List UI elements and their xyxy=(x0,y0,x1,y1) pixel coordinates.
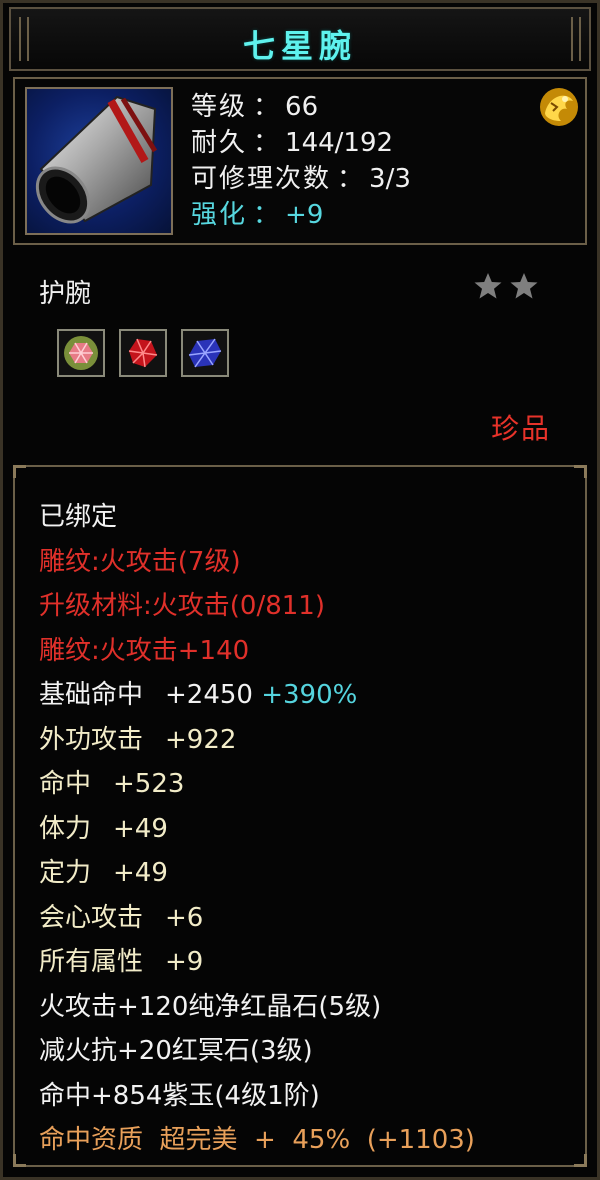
core-stats: 等级： 66 耐久： 144/192 可修理次数： 3/3 强化： +9 xyxy=(191,89,411,233)
pink-gem-icon[interactable] xyxy=(57,329,105,377)
rarity-label: 珍品 xyxy=(490,412,551,445)
stat-value: +523 xyxy=(113,769,185,799)
stat-value: +922 xyxy=(165,724,237,755)
repair-row: 可修理次数： 3/3 xyxy=(191,161,411,197)
bracer-icon[interactable] xyxy=(25,87,173,235)
title-bar: 七星腕 xyxy=(9,7,591,71)
level-value: 66 xyxy=(285,92,319,122)
gem-slots xyxy=(57,329,229,377)
gem-bonus-fire-resist-reduction: 减火抗+20红冥石(3级) xyxy=(39,1036,313,1066)
enhance-label: 强化 xyxy=(191,200,248,230)
stat-row-critical-attack: 会心攻击 +6 xyxy=(39,896,475,941)
durability-separator: ： xyxy=(253,128,280,158)
engraving-bonus-row: 雕纹:火攻击+140 xyxy=(39,635,250,666)
engraving-row: 雕纹:火攻击(7级) xyxy=(39,546,241,577)
enhance-value: +9 xyxy=(285,200,324,230)
attributes-panel: 已绑定 雕纹:火攻击(7级) 升级材料:火攻击(0/811) 雕纹:火攻击+14… xyxy=(13,465,587,1167)
header-panel: 等级： 66 耐久： 144/192 可修理次数： 3/3 强化： +9 xyxy=(13,77,587,245)
hit-aptitude-row: 命中资质 超完美 + 45% (+1103) xyxy=(39,1125,475,1155)
stat-value: +6 xyxy=(165,902,204,933)
durability-value: 144/192 xyxy=(285,128,394,158)
stat-row-base-hit: 基础命中 +2450 +390% xyxy=(39,673,475,718)
stat-bonus-percent: +390% xyxy=(261,680,358,710)
enhance-separator: ： xyxy=(253,200,280,230)
stat-value: +2450 xyxy=(165,680,253,710)
level-separator: ： xyxy=(253,92,280,122)
item-name: 七星腕 xyxy=(242,27,357,65)
durability-label: 耐久 xyxy=(191,128,248,158)
stat-name: 所有属性 xyxy=(39,947,144,977)
stat-value: +49 xyxy=(113,858,168,888)
blue-gem-icon[interactable] xyxy=(181,329,229,377)
star-icon xyxy=(510,273,538,299)
gem-bonus-hit: 命中+854紫玉(4级1阶) xyxy=(39,1080,320,1111)
enhance-row: 强化： +9 xyxy=(191,197,411,233)
attribute-list: 已绑定 雕纹:火攻击(7级) 升级材料:火攻击(0/811) 雕纹:火攻击+14… xyxy=(39,495,475,1163)
stat-name: 定力 xyxy=(39,858,92,888)
item-type: 护腕 xyxy=(39,279,92,309)
stat-name: 基础命中 xyxy=(39,680,144,710)
panel-corner xyxy=(13,1154,26,1167)
item-tooltip: 七星腕 等级： 66 耐久 ： 144/192 可修理次数 ： 3/3 强化 ：… xyxy=(0,0,600,1180)
red-gem-icon[interactable] xyxy=(119,329,167,377)
durability-row: 耐久： 144/192 xyxy=(191,125,411,161)
panel-corner xyxy=(13,465,26,478)
stat-row-external-attack: 外功攻击 +922 xyxy=(39,718,475,763)
stat-row-stamina: 体力 +49 xyxy=(39,807,475,852)
stat-name: 命中 xyxy=(39,769,92,799)
repair-separator: ： xyxy=(337,164,364,194)
stat-value: +49 xyxy=(113,813,168,844)
gold-dragon-badge-icon xyxy=(537,85,581,129)
stat-value: +9 xyxy=(165,947,204,977)
stat-name: 外功攻击 xyxy=(39,724,144,755)
stat-name: 会心攻击 xyxy=(39,902,144,933)
stat-name: 体力 xyxy=(39,813,92,844)
upgrade-material-row: 升级材料:火攻击(0/811) xyxy=(39,591,325,621)
level-label: 等级 xyxy=(191,92,248,122)
stat-row-hit: 命中 +523 xyxy=(39,762,475,807)
gem-bonus-fire-attack: 火攻击+120纯净红晶石(5级) xyxy=(39,991,382,1022)
repair-value: 3/3 xyxy=(369,164,411,194)
stat-row-all-attributes: 所有属性 +9 xyxy=(39,940,475,985)
repair-label: 可修理次数 xyxy=(191,164,332,194)
level-row: 等级： 66 xyxy=(191,89,411,125)
stat-row-focus: 定力 +49 xyxy=(39,851,475,896)
panel-corner xyxy=(574,465,587,478)
star-icon xyxy=(474,273,502,299)
bound-status: 已绑定 xyxy=(39,502,118,532)
star-rating xyxy=(473,271,539,301)
panel-corner xyxy=(574,1154,587,1167)
